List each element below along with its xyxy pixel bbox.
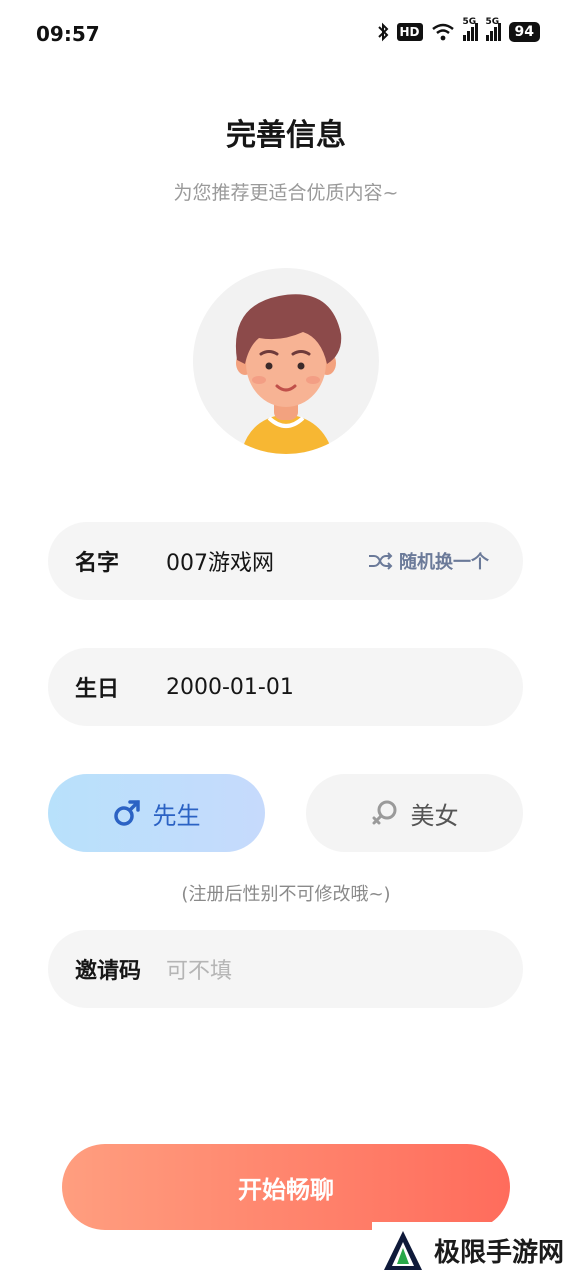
name-value[interactable]: 007游戏网 [166, 545, 274, 577]
invite-input[interactable]: 可不填 [166, 953, 232, 985]
signal-icon: 5G [462, 17, 478, 41]
gender-female-label: 美女 [410, 801, 459, 830]
name-field[interactable]: 名字 007游戏网 随机换一个 [48, 522, 523, 600]
start-chat-button[interactable]: 开始畅聊 [62, 1144, 510, 1230]
status-bar: 09:57 HD 5G 5G 94 [0, 0, 572, 70]
name-label: 名字 [75, 551, 120, 576]
male-icon [113, 800, 140, 826]
birthday-value[interactable]: 2000-01-01 [166, 675, 294, 700]
battery-icon: 94 [508, 22, 540, 42]
status-icons: HD 5G 5G 94 [377, 17, 540, 42]
avatar[interactable] [193, 268, 379, 454]
gender-female-button[interactable]: 美女 [306, 774, 523, 852]
hd-icon: HD [396, 23, 423, 41]
random-name-button[interactable]: 随机换一个 [367, 548, 489, 574]
signal-icon: 5G [485, 17, 501, 41]
watermark-text: 极限手游网 [434, 1238, 565, 1268]
watermark-logo-icon [384, 1230, 422, 1270]
start-chat-label: 开始畅聊 [238, 1175, 334, 1204]
birthday-field[interactable]: 生日 2000-01-01 [48, 648, 523, 726]
page-subtitle: 为您推荐更适合优质内容~ [173, 182, 399, 204]
birthday-label: 生日 [75, 677, 120, 702]
avatar-illustration [235, 294, 342, 454]
gender-male-label: 先生 [152, 801, 201, 830]
invite-label: 邀请码 [75, 959, 142, 984]
watermark: 极限手游网 [372, 1222, 572, 1279]
bluetooth-icon [377, 22, 388, 42]
invite-field[interactable]: 邀请码 可不填 [48, 930, 523, 1008]
female-icon [372, 800, 396, 825]
status-time: 09:57 [36, 22, 100, 46]
wifi-icon [431, 23, 454, 41]
page-title: 完善信息 [226, 118, 346, 153]
gender-male-button[interactable]: 先生 [48, 774, 265, 852]
gender-note: (注册后性别不可修改哦~) [181, 884, 391, 905]
random-name-label: 随机换一个 [399, 552, 489, 573]
shuffle-icon [369, 552, 393, 570]
